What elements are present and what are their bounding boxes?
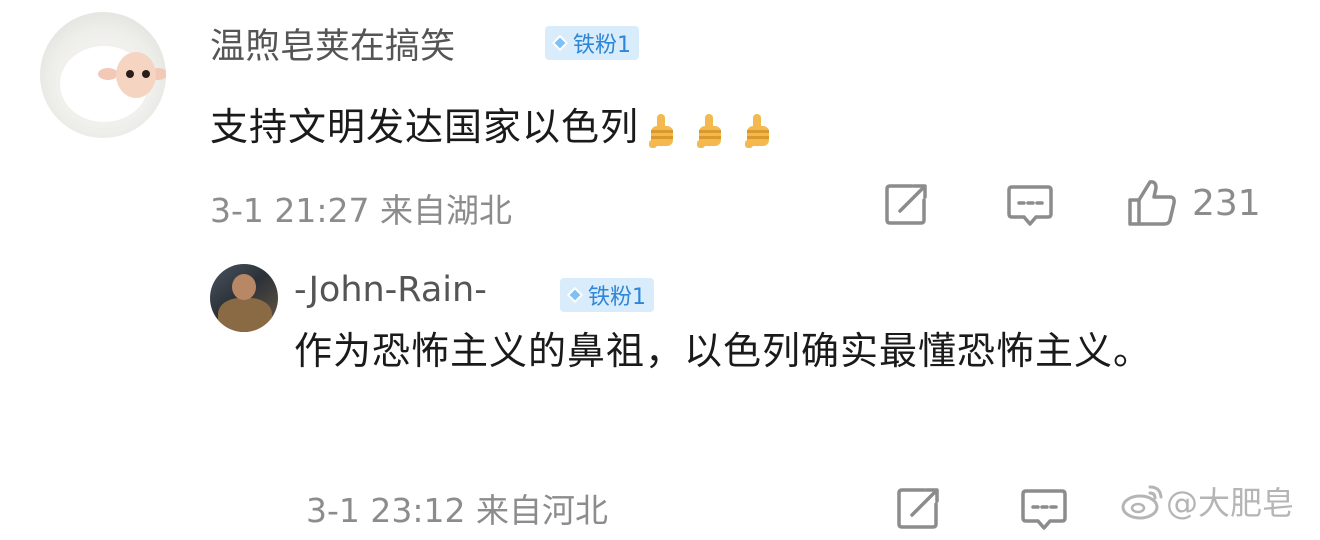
badge-label: 铁粉1	[588, 285, 646, 310]
comment-button[interactable]	[1020, 488, 1068, 532]
comment-username[interactable]: 温煦皂荚在搞笑	[210, 18, 455, 69]
thumbs-up-emoji-icon	[745, 113, 770, 148]
emoji-group	[645, 110, 775, 150]
reply-text: 作为恐怖主义的鼻祖，以色列确实最懂恐怖主义。	[294, 329, 1153, 373]
like-button[interactable]: 231	[1126, 178, 1261, 228]
comment-icon	[1021, 489, 1067, 530]
watermark: @大肥皂	[1120, 478, 1294, 524]
sheep-eye	[126, 70, 134, 78]
like-icon	[1128, 180, 1176, 226]
badge-label: 铁粉1	[573, 33, 631, 58]
avatar-head	[232, 274, 256, 300]
repost-icon	[885, 184, 927, 225]
like-count: 231	[1192, 182, 1261, 224]
avatar[interactable]	[40, 12, 166, 138]
thumbs-up-emoji-icon	[649, 113, 674, 148]
comment-body: 支持文明发达国家以色列	[210, 105, 640, 149]
comment-text: 支持文明发达国家以色列	[210, 96, 775, 151]
fan-badge[interactable]: 铁粉1	[545, 26, 639, 60]
reply-username[interactable]: -John-Rain-	[294, 270, 487, 310]
comment-timestamp: 3-1 21:27 来自湖北	[210, 191, 512, 230]
reply-timestamp: 3-1 23:12 来自河北	[306, 491, 608, 530]
watermark-text: @大肥皂	[1166, 484, 1295, 522]
weibo-logo-icon	[1121, 485, 1163, 520]
diamond-icon	[551, 34, 569, 52]
comment-icon	[1007, 185, 1053, 226]
comment-button[interactable]	[1006, 184, 1054, 228]
repost-button[interactable]	[884, 182, 930, 226]
diamond-icon	[566, 286, 584, 304]
sheep-eye	[142, 70, 150, 78]
repost-icon	[897, 488, 939, 529]
reply-avatar[interactable]	[210, 264, 278, 332]
repost-button[interactable]	[896, 486, 942, 530]
thumbs-up-emoji-icon	[697, 113, 722, 148]
sheep-ear	[98, 68, 118, 80]
fan-badge[interactable]: 铁粉1	[560, 278, 654, 312]
avatar-figure	[218, 298, 272, 332]
sheep-face	[116, 52, 156, 98]
